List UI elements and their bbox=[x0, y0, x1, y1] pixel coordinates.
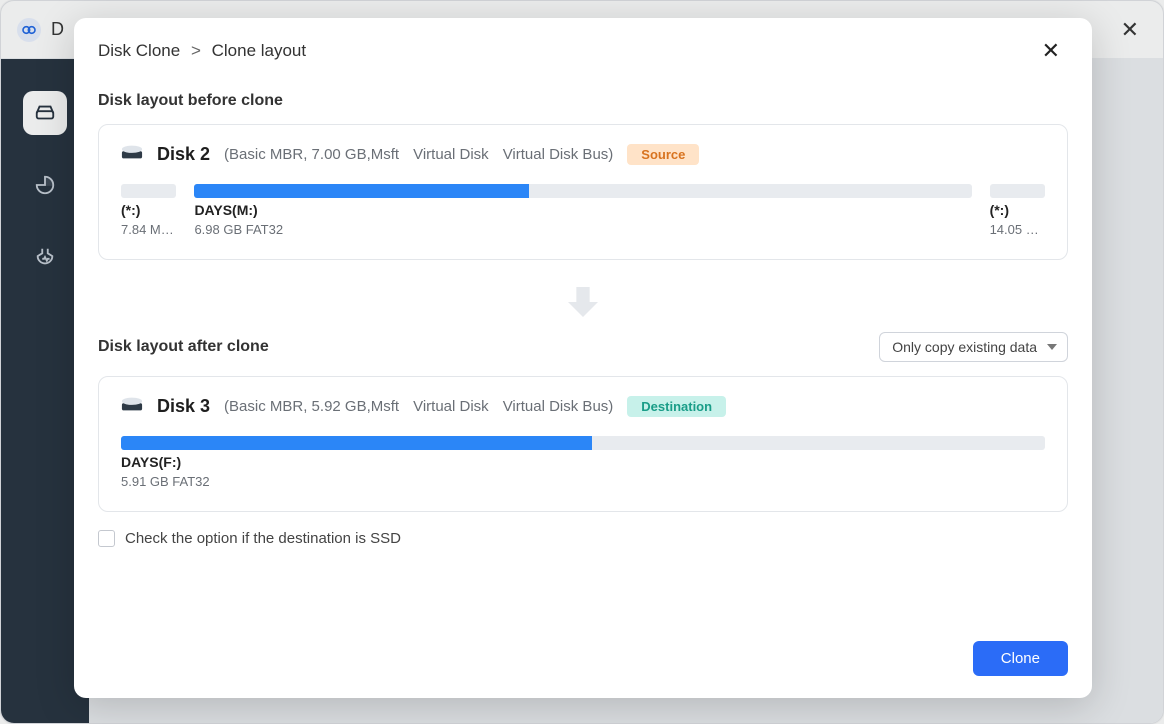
clone-layout-modal: Disk Clone > Clone layout ✕ Disk layout … bbox=[74, 18, 1092, 698]
partition-bar bbox=[121, 436, 1045, 450]
breadcrumb: Disk Clone > Clone layout bbox=[98, 41, 306, 61]
source-disk-card: Disk 2 (Basic MBR, 7.00 GB,Msft Virtual … bbox=[98, 124, 1068, 260]
before-section-title: Disk layout before clone bbox=[98, 92, 1068, 110]
source-disk-spec: (Basic MBR, 7.00 GB,Msft bbox=[224, 146, 399, 163]
dest-badge: Destination bbox=[627, 396, 726, 417]
modal-close-button[interactable]: ✕ bbox=[1034, 36, 1068, 66]
dest-disk-type: Virtual Disk bbox=[413, 398, 489, 415]
dest-partitions: DAYS(F:) 5.91 GB FAT32 bbox=[121, 436, 1045, 489]
source-disk-bus: Virtual Disk Bus) bbox=[503, 146, 614, 163]
partition-label: (*:) bbox=[121, 202, 176, 218]
partition-bar bbox=[194, 184, 971, 198]
copy-mode-value: Only copy existing data bbox=[892, 339, 1037, 355]
modal-body: Disk layout before clone Disk 2 (Basic M… bbox=[74, 78, 1092, 625]
source-disk-type: Virtual Disk bbox=[413, 146, 489, 163]
breadcrumb-sep: > bbox=[191, 41, 201, 60]
hdd-icon bbox=[121, 143, 143, 166]
source-badge: Source bbox=[627, 144, 699, 165]
after-section-header: Disk layout after clone Only copy existi… bbox=[98, 332, 1068, 362]
partition-bar bbox=[121, 184, 176, 198]
ssd-option-row: Check the option if the destination is S… bbox=[98, 530, 1068, 547]
partition: DAYS(M:) 6.98 GB FAT32 bbox=[194, 184, 971, 237]
dest-disk-head: Disk 3 (Basic MBR, 5.92 GB,Msft Virtual … bbox=[121, 395, 1045, 418]
modal-footer: Clone bbox=[74, 625, 1092, 698]
breadcrumb-leaf: Clone layout bbox=[212, 41, 307, 60]
source-disk-head: Disk 2 (Basic MBR, 7.00 GB,Msft Virtual … bbox=[121, 143, 1045, 166]
after-section-title: Disk layout after clone bbox=[98, 338, 269, 356]
dest-disk-bus: Virtual Disk Bus) bbox=[503, 398, 614, 415]
partition-label: DAYS(M:) bbox=[194, 202, 971, 218]
copy-mode-select[interactable]: Only copy existing data bbox=[879, 332, 1068, 362]
modal-header: Disk Clone > Clone layout ✕ bbox=[74, 18, 1092, 78]
source-disk-name: Disk 2 bbox=[157, 144, 210, 165]
partition-sub: 14.05 M... bbox=[990, 222, 1045, 237]
ssd-checkbox[interactable] bbox=[98, 530, 115, 547]
partition-label: (*:) bbox=[990, 202, 1045, 218]
dest-disk-spec: (Basic MBR, 5.92 GB,Msft bbox=[224, 398, 399, 415]
partition-bar bbox=[990, 184, 1045, 198]
dest-disk-card: Disk 3 (Basic MBR, 5.92 GB,Msft Virtual … bbox=[98, 376, 1068, 512]
hdd-icon bbox=[121, 395, 143, 418]
clone-button[interactable]: Clone bbox=[973, 641, 1068, 676]
source-partitions: (*:) 7.84 MB... DAYS(M:) 6.98 GB FAT32 (… bbox=[121, 184, 1045, 237]
breadcrumb-root[interactable]: Disk Clone bbox=[98, 41, 180, 60]
chevron-down-icon bbox=[1047, 344, 1057, 350]
partition: (*:) 14.05 M... bbox=[990, 184, 1045, 237]
partition: DAYS(F:) 5.91 GB FAT32 bbox=[121, 436, 1045, 489]
partition-sub: 6.98 GB FAT32 bbox=[194, 222, 971, 237]
partition-sub: 7.84 MB... bbox=[121, 222, 176, 237]
arrow-down-icon bbox=[98, 282, 1068, 322]
ssd-option-label: Check the option if the destination is S… bbox=[125, 530, 401, 547]
partition-label: DAYS(F:) bbox=[121, 454, 1045, 470]
dest-disk-name: Disk 3 bbox=[157, 396, 210, 417]
partition: (*:) 7.84 MB... bbox=[121, 184, 176, 237]
partition-sub: 5.91 GB FAT32 bbox=[121, 474, 1045, 489]
